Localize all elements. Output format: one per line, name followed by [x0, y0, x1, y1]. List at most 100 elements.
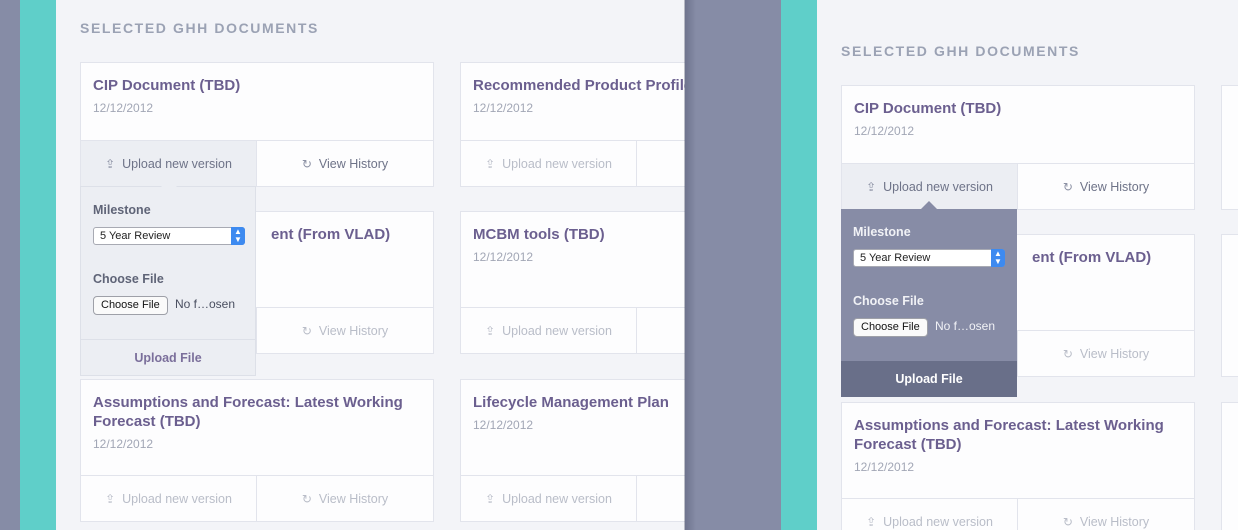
card-actions: ⇪ Upload new version ↻ View History	[842, 163, 1194, 209]
document-title[interactable]: CIP Document (TBD)	[854, 99, 1001, 118]
file-status: No f…osen	[935, 319, 996, 333]
upload-new-version-button[interactable]: ⇪ Upload new version	[461, 308, 637, 353]
document-date: 12/12/2012	[854, 460, 915, 474]
card-actions: ⇪ Upload new version ↻	[461, 475, 685, 521]
milestone-value: 5 Year Review	[100, 230, 171, 242]
upload-icon: ⇪	[485, 156, 496, 171]
milestone-value: 5 Year Review	[860, 252, 931, 264]
document-date: 12/12/2012	[93, 101, 154, 115]
left-teal-bar	[20, 0, 56, 530]
document-title[interactable]: Assumptions and Forecast: Latest Working…	[93, 393, 413, 431]
upload-label: Upload new version	[883, 179, 993, 194]
section-title: SELECTED GHH DOCUMENTS	[80, 20, 319, 36]
upload-icon: ⇪	[485, 491, 496, 506]
card-actions: ⇪ Upload new version ↻ View History	[842, 498, 1194, 530]
select-arrows-icon: ▲ ▼	[231, 227, 245, 245]
milestone-select[interactable]: 5 Year Review ▲ ▼	[93, 227, 245, 245]
document-card-cip: CIP Document (TBD) 12/12/2012 ⇪ Upload n…	[841, 85, 1195, 210]
upload-icon: ⇪	[866, 179, 877, 194]
document-title[interactable]: Assumptions and Forecast: Latest Working…	[854, 416, 1174, 454]
upload-icon: ⇪	[105, 156, 116, 171]
document-card-mcbm: MCBM tools (TBD) 12/12/2012 ⇪ Upload new…	[460, 211, 685, 354]
document-card-assumptions: Assumptions and Forecast: Latest Working…	[80, 379, 434, 522]
view-history-button[interactable]: ↻ View History	[1018, 164, 1194, 209]
milestone-label: Milestone	[853, 225, 911, 239]
popover-notch	[921, 201, 937, 209]
upload-label: Upload new version	[122, 491, 232, 506]
upload-new-version-button[interactable]: ⇪ Upload new version	[842, 499, 1018, 530]
document-date: 12/12/2012	[93, 437, 154, 451]
left-panel: SELECTED GHH DOCUMENTS CIP Document (TBD…	[56, 0, 685, 530]
upload-label: Upload new version	[502, 491, 612, 506]
document-title[interactable]: MCBM tools (TBD)	[473, 225, 605, 244]
upload-new-version-button[interactable]: ⇪ Upload new version	[461, 476, 637, 521]
section-title: SELECTED GHH DOCUMENTS	[841, 43, 1080, 59]
document-title[interactable]: CIP Document (TBD)	[93, 76, 240, 95]
choose-file-button[interactable]: Choose File	[93, 296, 168, 315]
view-history-button[interactable]: ↻ View History	[257, 476, 433, 521]
history-label: View History	[1079, 514, 1150, 529]
upload-label: Upload new version	[502, 156, 612, 171]
upload-label: Upload new version	[122, 156, 232, 171]
view-history-button[interactable]: ↻ View History	[257, 308, 433, 353]
upload-new-version-button[interactable]: ⇪ Upload new version	[461, 141, 637, 186]
view-history-button[interactable]: ↻ View History	[257, 141, 433, 186]
card-actions: ⇪ Upload new version ↻ View History	[81, 475, 433, 521]
upload-new-version-button[interactable]: ⇪ Upload new version	[81, 476, 257, 521]
upload-label: Upload new version	[883, 514, 993, 529]
document-card-product-profile: Recommended Product Profile 12/12/2012 ⇪…	[460, 62, 685, 187]
history-icon: ↻	[301, 323, 312, 338]
document-card-clipped	[1221, 402, 1238, 530]
card-actions: ⇪ Upload new version ↻ View History	[81, 140, 433, 186]
milestone-label: Milestone	[93, 203, 151, 217]
choose-file-label: Choose File	[853, 294, 924, 308]
panel-shadow	[684, 0, 696, 530]
document-card-lifecycle: Lifecycle Management Plan 12/12/2012 ⇪ U…	[460, 379, 685, 522]
document-title-partial[interactable]: ent (From VLAD)	[1032, 248, 1151, 267]
upload-label: Upload new version	[502, 323, 612, 338]
upload-file-button[interactable]: Upload File	[841, 361, 1017, 397]
history-label: View History	[318, 156, 389, 171]
view-history-button[interactable]: ↻ View History	[1018, 499, 1194, 530]
document-date: 12/12/2012	[473, 250, 534, 264]
card-actions: ⇪ Upload new version	[461, 307, 685, 353]
document-title-partial[interactable]: ent (From VLAD)	[271, 225, 390, 244]
document-card-assumptions: Assumptions and Forecast: Latest Working…	[841, 402, 1195, 530]
history-label: View History	[318, 323, 389, 338]
history-icon: ↻	[1062, 514, 1073, 529]
document-date: 12/12/2012	[854, 124, 915, 138]
select-arrows-icon: ▲ ▼	[991, 249, 1005, 267]
upload-icon: ⇪	[866, 514, 877, 529]
history-label: View History	[1079, 179, 1150, 194]
history-icon: ↻	[301, 156, 312, 171]
upload-file-button[interactable]: Upload File	[81, 339, 255, 375]
choose-file-label: Choose File	[93, 272, 164, 286]
history-icon: ↻	[1062, 346, 1073, 361]
document-title[interactable]: Recommended Product Profile	[473, 76, 685, 95]
document-card-clipped	[1221, 234, 1238, 377]
upload-icon: ⇪	[485, 323, 496, 338]
document-date: 12/12/2012	[473, 418, 534, 432]
upload-popover: Milestone 5 Year Review ▲ ▼ Choose File C…	[80, 179, 256, 376]
file-status: No f…osen	[175, 297, 236, 311]
right-teal-bar	[781, 0, 817, 530]
history-label: View History	[318, 491, 389, 506]
document-card-clipped	[1221, 85, 1238, 210]
popover-notch	[161, 179, 177, 187]
document-title[interactable]: Lifecycle Management Plan	[473, 393, 669, 412]
view-history-button[interactable]: ↻	[637, 476, 685, 521]
upload-icon: ⇪	[105, 491, 116, 506]
upload-popover: Milestone 5 Year Review ▲ ▼ Choose File C…	[841, 201, 1017, 397]
view-history-button[interactable]: ↻ View History	[1018, 331, 1194, 376]
history-label: View History	[1079, 346, 1150, 361]
view-history-button[interactable]	[637, 308, 685, 353]
choose-file-button[interactable]: Choose File	[853, 318, 928, 337]
document-card-cip: CIP Document (TBD) 12/12/2012 ⇪ Upload n…	[80, 62, 434, 187]
history-icon: ↻	[1062, 179, 1073, 194]
right-panel: SELECTED GHH DOCUMENTS CIP Document (TBD…	[817, 0, 1238, 530]
card-actions: ⇪ Upload new version ↻	[461, 140, 685, 186]
milestone-select[interactable]: 5 Year Review ▲ ▼	[853, 249, 1005, 267]
history-icon: ↻	[301, 491, 312, 506]
document-date: 12/12/2012	[473, 101, 534, 115]
view-history-button[interactable]: ↻	[637, 141, 685, 186]
